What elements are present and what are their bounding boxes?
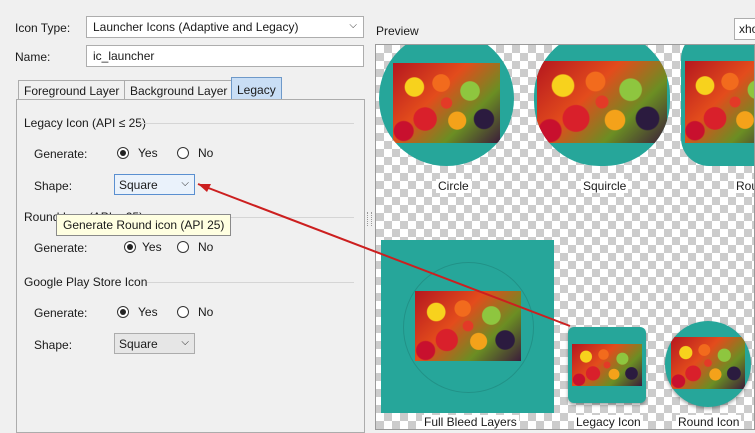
- fruit-image: [572, 344, 642, 386]
- splitter-handle[interactable]: [367, 212, 372, 226]
- play-shape-label: Shape:: [34, 338, 73, 352]
- play-shape-dropdown[interactable]: Square ⌵: [114, 333, 195, 354]
- tab-legacy[interactable]: Legacy: [231, 77, 282, 100]
- chevron-down-icon: ⌵: [181, 178, 189, 189]
- circle-label: Circle: [436, 179, 471, 193]
- legacy-section-title: Legacy Icon (API ≤ 25): [24, 116, 146, 130]
- round-icon-preview: [665, 321, 751, 407]
- tab-label: Legacy: [237, 83, 276, 97]
- round-generate-yes-radio[interactable]: [124, 241, 136, 253]
- round-generate-label: Generate:: [34, 241, 88, 255]
- legacy-generate-yes-radio[interactable]: [117, 147, 129, 159]
- legacy-generate-no-radio[interactable]: [177, 147, 189, 159]
- legacy-yes-label: Yes: [138, 146, 158, 160]
- tab-foreground-layer[interactable]: Foreground Layer: [18, 80, 126, 100]
- name-field[interactable]: ic_launcher: [86, 45, 364, 67]
- play-shape-value: Square: [119, 337, 158, 351]
- rounded-preview: [681, 45, 754, 166]
- round-icon-label: Round Icon: [676, 415, 742, 429]
- icon-type-label: Icon Type:: [15, 21, 71, 35]
- round-generate-no-radio[interactable]: [177, 241, 189, 253]
- name-label: Name:: [15, 50, 51, 64]
- squircle-preview: [534, 45, 670, 166]
- play-generate-label: Generate:: [34, 306, 88, 320]
- density-dropdown[interactable]: xho: [734, 18, 755, 40]
- legacy-no-label: No: [198, 146, 214, 160]
- icon-type-dropdown[interactable]: Launcher Icons (Adaptive and Legacy) ⌵: [86, 16, 364, 38]
- play-generate-no-radio[interactable]: [177, 306, 189, 318]
- separator: [138, 123, 354, 124]
- name-value: ic_launcher: [93, 49, 155, 63]
- legacy-shape-dropdown[interactable]: Square ⌵: [114, 174, 195, 195]
- round-icon-tooltip: Generate Round icon (API 25): [56, 214, 232, 236]
- fruit-image: [685, 61, 754, 143]
- tab-label: Background Layer: [130, 84, 228, 98]
- squircle-label: Squircle: [581, 179, 629, 193]
- legacy-generate-label: Generate:: [34, 147, 88, 161]
- tab-label: Foreground Layer: [24, 84, 120, 98]
- density-value: xho: [739, 22, 755, 36]
- legacy-shape-value: Square: [119, 178, 158, 192]
- full-bleed-preview: [381, 240, 554, 413]
- rounded-label: Rounded: [734, 179, 754, 193]
- full-bleed-label: Full Bleed Layers: [422, 415, 519, 429]
- play-no-label: No: [198, 305, 214, 319]
- preview-title: Preview: [376, 24, 419, 38]
- legacy-shape-label: Shape:: [34, 179, 73, 193]
- chevron-down-icon: ⌵: [181, 337, 189, 348]
- icon-type-value: Launcher Icons (Adaptive and Legacy): [93, 20, 299, 34]
- fruit-image: [393, 63, 500, 143]
- tab-background-layer[interactable]: Background Layer: [124, 80, 234, 100]
- play-yes-label: Yes: [138, 305, 158, 319]
- legacy-icon-label: Legacy Icon: [574, 415, 643, 429]
- fruit-image: [537, 61, 667, 143]
- circle-preview: [379, 45, 514, 166]
- preview-area: Circle Squircle Rounded Full Bleed Layer…: [375, 44, 755, 430]
- chevron-down-icon: ⌵: [349, 20, 357, 31]
- round-no-label: No: [198, 240, 214, 254]
- fruit-image: [415, 291, 521, 361]
- play-generate-yes-radio[interactable]: [117, 306, 129, 318]
- round-yes-label: Yes: [142, 240, 162, 254]
- fruit-image: [671, 337, 745, 389]
- play-store-section-title: Google Play Store Icon: [24, 275, 148, 289]
- separator: [147, 282, 354, 283]
- legacy-icon-preview: [568, 327, 646, 403]
